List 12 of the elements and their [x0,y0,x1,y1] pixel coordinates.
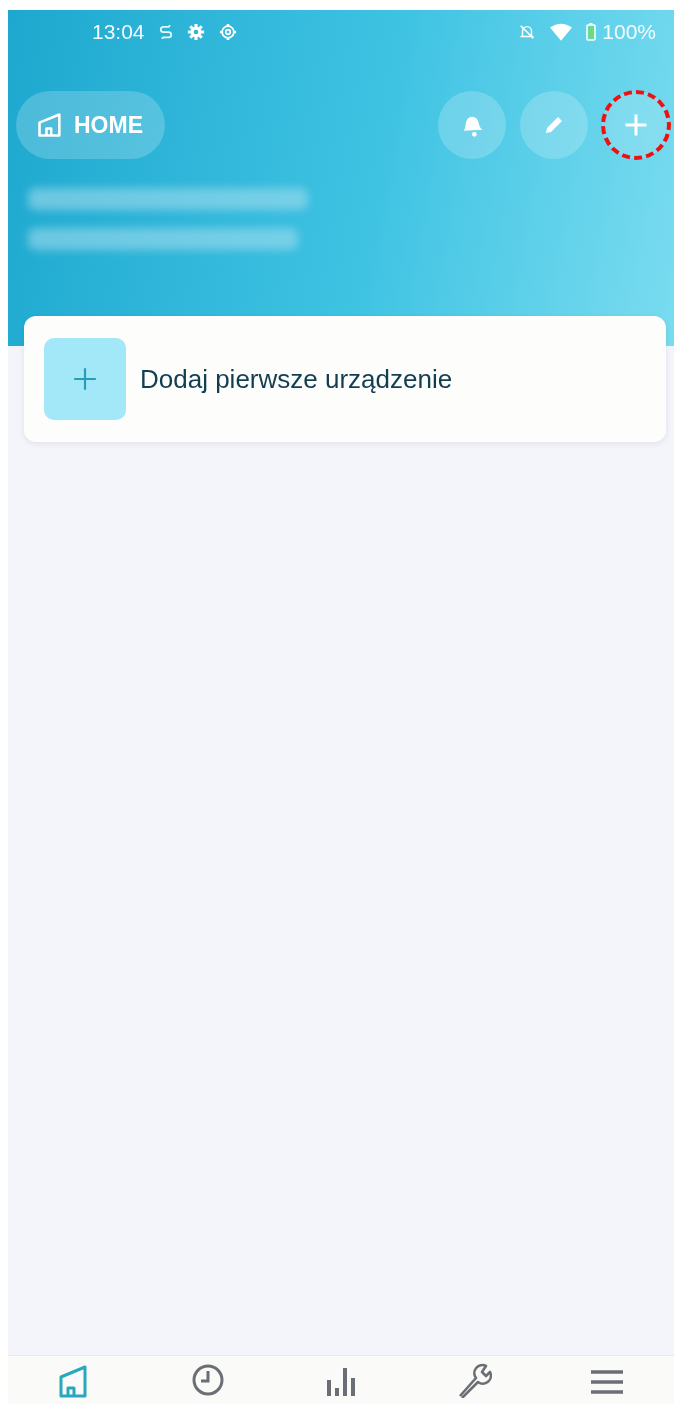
add-device-card[interactable]: Dodaj pierwsze urządzenie [24,316,666,442]
add-device-label: Dodaj pierwsze urządzenie [140,363,453,395]
wifi-icon [550,23,573,41]
add-button[interactable] [602,91,670,159]
muted-bell-icon [518,23,537,41]
battery-icon [586,23,597,41]
wrench-icon [456,1362,493,1398]
house-icon [36,111,64,139]
status-time: 13:04 [92,20,145,44]
sync-icon [158,23,173,41]
plus-icon [72,366,98,392]
battery-percentage: 100% [602,20,656,44]
